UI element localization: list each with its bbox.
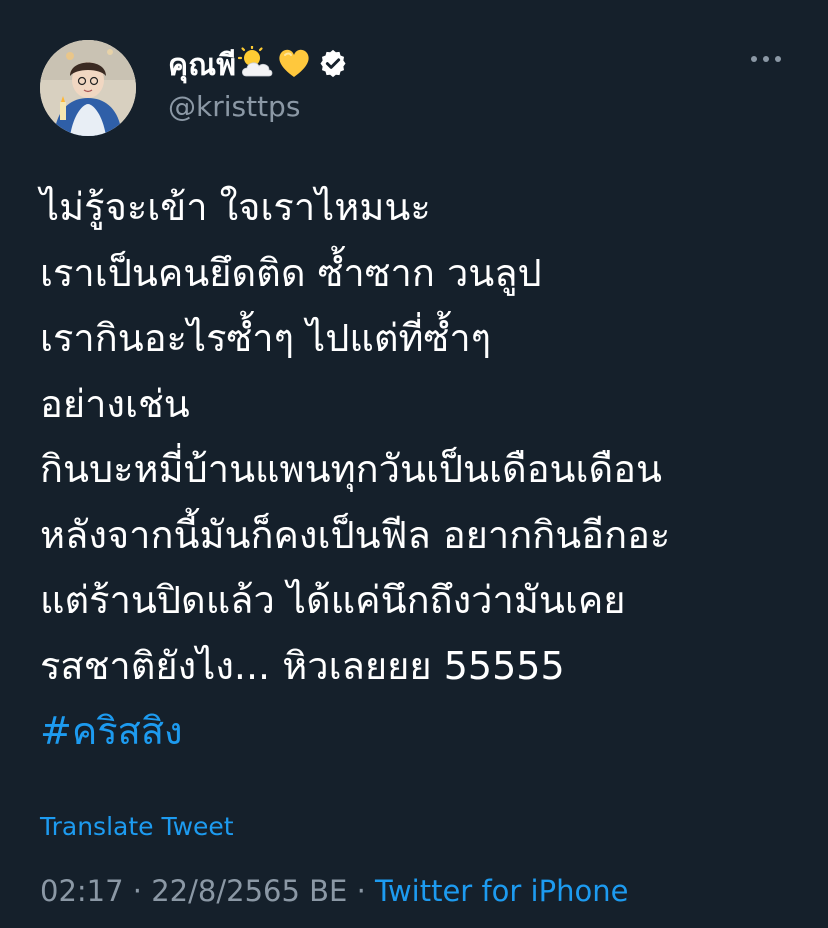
translate-tweet-link[interactable]: Translate Tweet <box>40 812 234 841</box>
yellow-heart-icon <box>276 46 312 84</box>
tweet-meta: 02:17 · 22/8/2565 BE · Twitter for iPhon… <box>40 874 628 908</box>
tweet-line: เรากินอะไรซ้ำๆ ไปแต่ที่ซ้ำๆ <box>40 316 492 360</box>
verified-badge-icon[interactable] <box>318 48 348 82</box>
more-options-icon[interactable] <box>746 44 786 74</box>
tweet-source-link[interactable]: Twitter for iPhone <box>375 874 628 908</box>
meta-separator: · <box>347 874 376 908</box>
meta-separator: · <box>123 874 152 908</box>
tweet-time[interactable]: 02:17 <box>40 874 124 908</box>
tweet-line: อย่างเช่น <box>40 381 190 426</box>
tweet-text: ไม่รู้จะเข้า ใจเราไหมนะ เราเป็นคนยึดติด … <box>40 175 790 765</box>
author-names: คุณพี @kristtps <box>168 42 348 123</box>
tweet-line: กินบะหมี่บ้านแพนทุกวันเป็นเดือนเดือน <box>40 447 662 491</box>
hashtag-link[interactable]: #คริสสิง <box>40 699 790 765</box>
tweet-card: คุณพี @kristtps ไม่รู้จะเข้า ใจเราไหมนะ … <box>0 0 828 928</box>
tweet-line: รสชาติยังไง... หิวเลยยย 55555 <box>40 643 565 688</box>
avatar[interactable] <box>40 40 136 136</box>
tweet-line: ไม่รู้จะเข้า ใจเราไหมนะ <box>40 185 431 229</box>
tweet-line: แต่ร้านปิดแล้ว ได้แค่นึกถึงว่ามันเคย <box>40 578 626 622</box>
tweet-date[interactable]: 22/8/2565 BE <box>151 874 347 908</box>
tweet-line: หลังจากนี้มันก็คงเป็นฟีล อยากกินอีกอะ <box>40 512 671 557</box>
sun-behind-cloud-icon <box>238 44 274 84</box>
user-handle[interactable]: @kristtps <box>168 90 348 123</box>
display-name-row: คุณพี <box>168 42 348 88</box>
tweet-line: เราเป็นคนยึดติด ซ้ำซาก วนลูป <box>40 250 542 295</box>
avatar-image <box>40 40 136 136</box>
tweet-header: คุณพี @kristtps <box>40 40 790 140</box>
display-name[interactable]: คุณพี <box>168 42 236 89</box>
